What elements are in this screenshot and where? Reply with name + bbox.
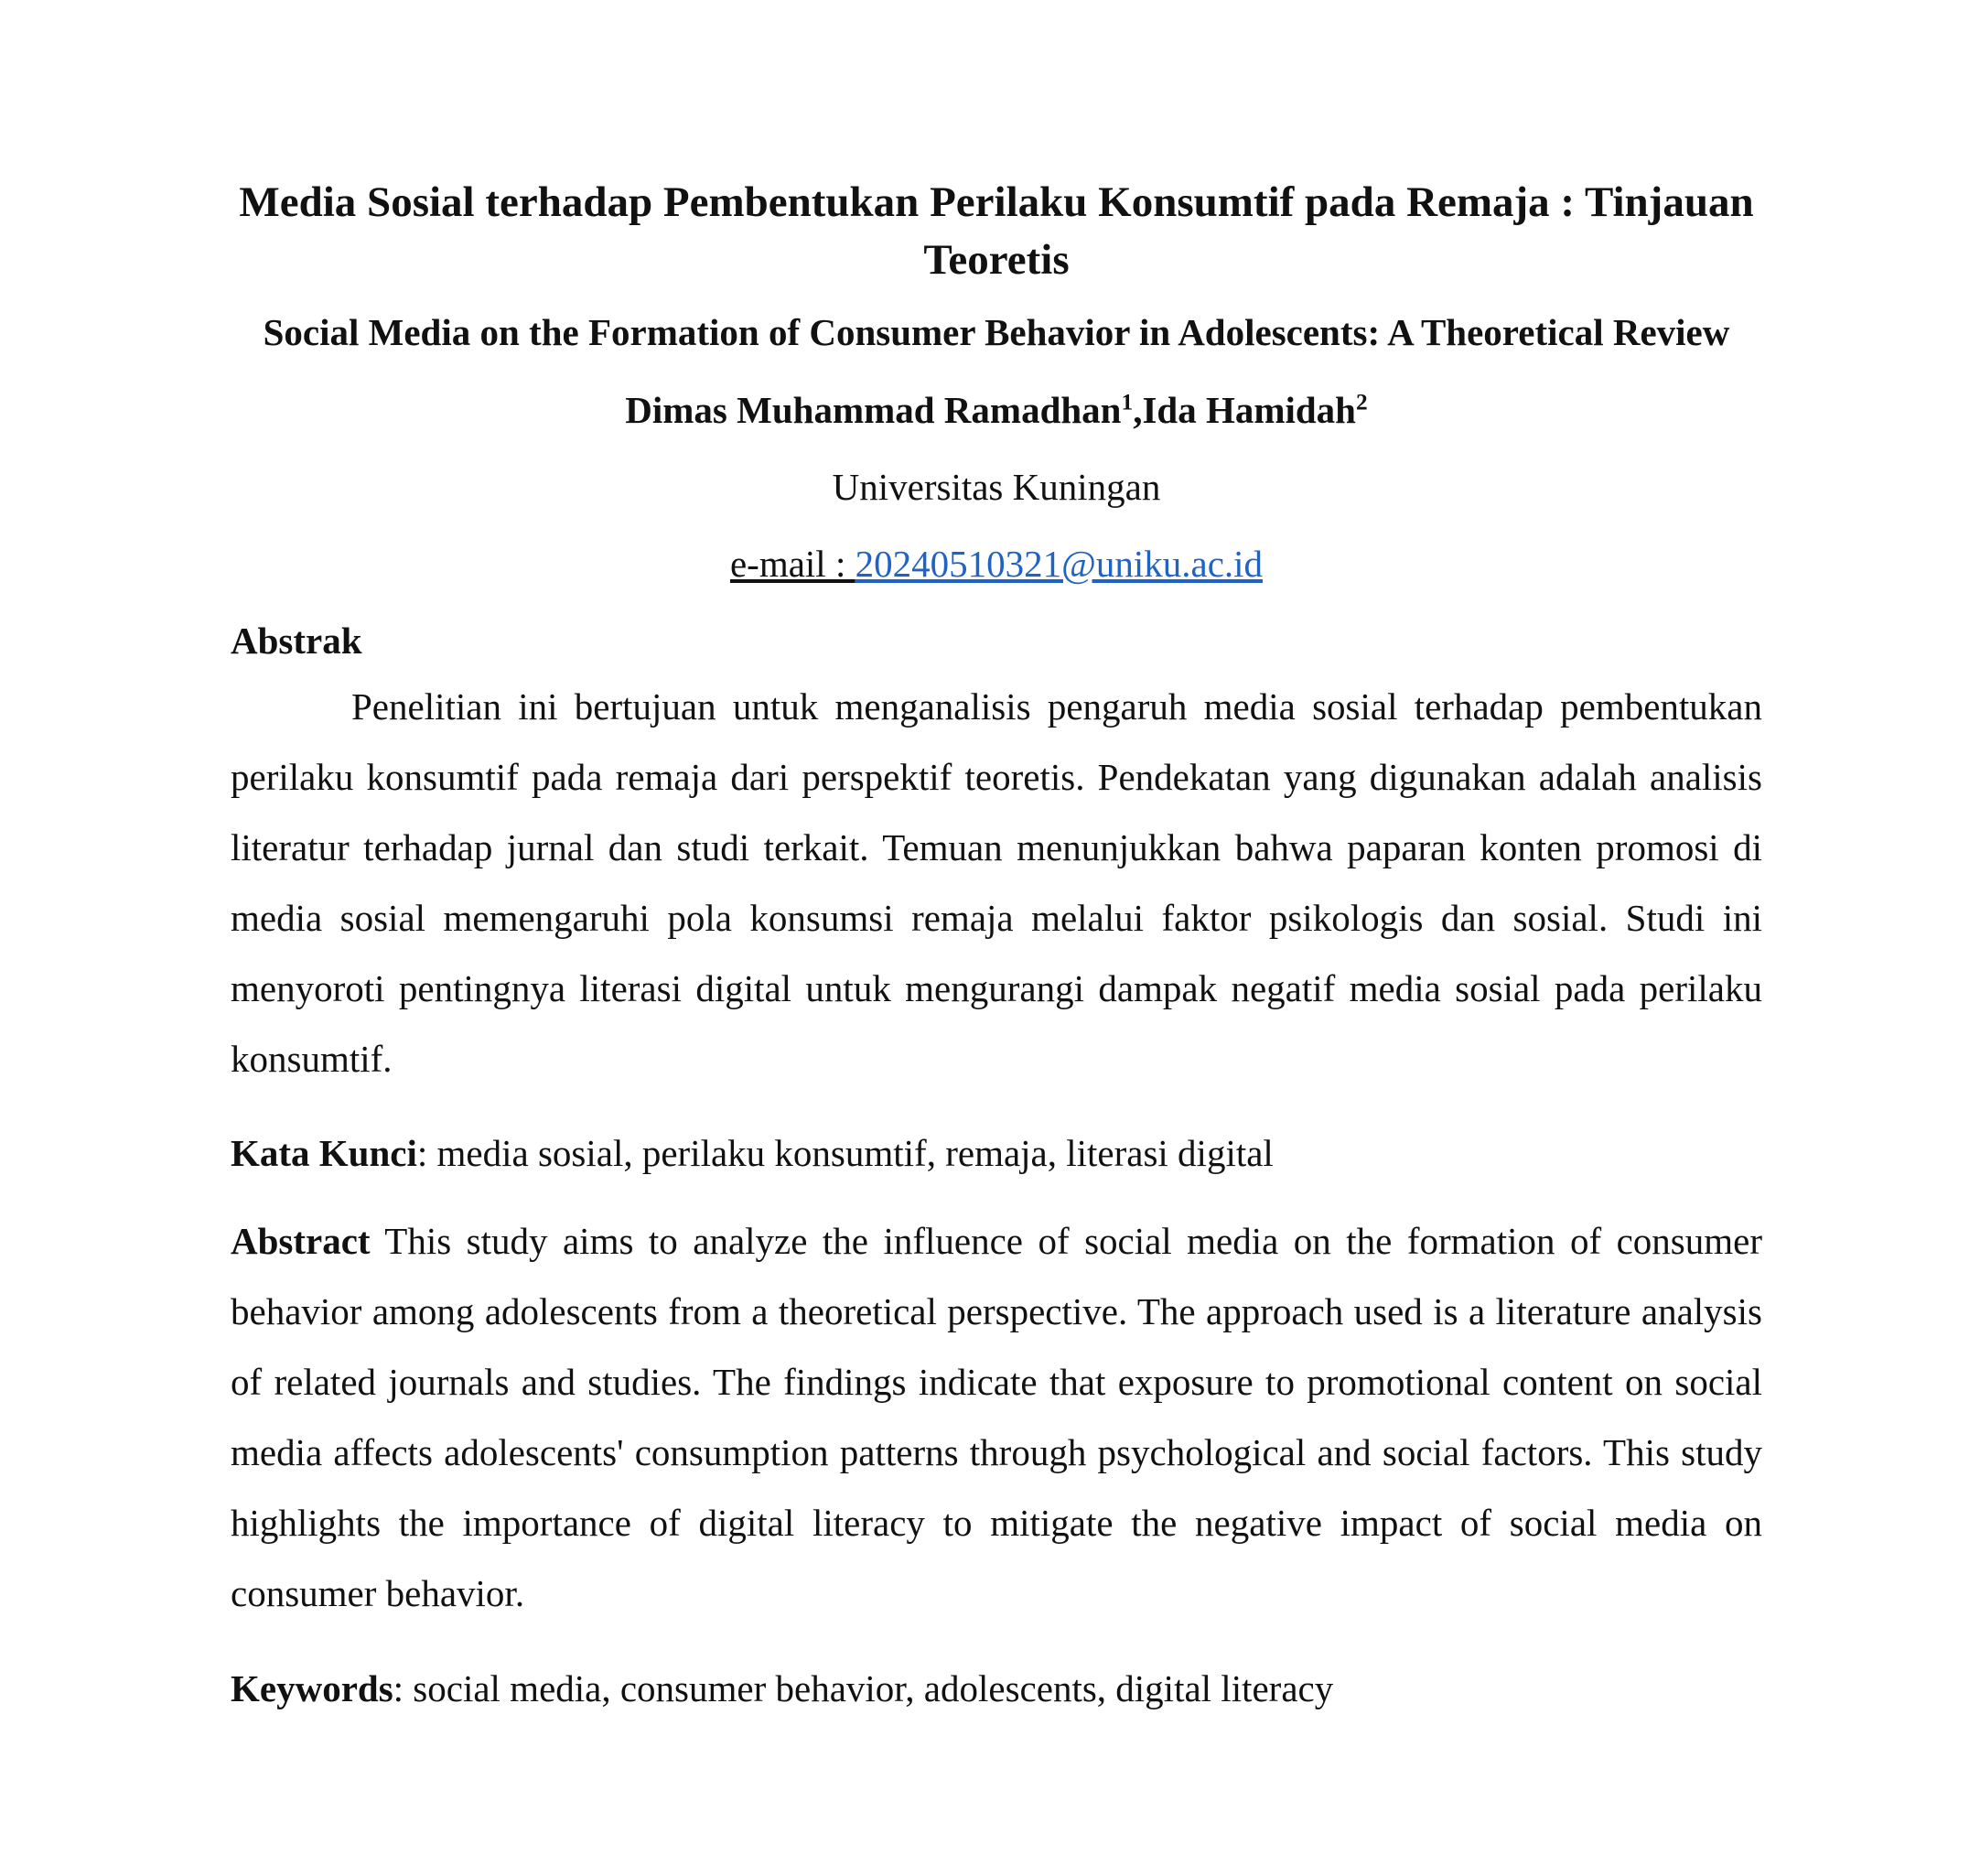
author-separator: ,: [1133, 389, 1143, 431]
author-line: Dimas Muhammad Ramadhan1,Ida Hamidah2: [231, 385, 1762, 436]
abstract-paragraph: Abstract This study aims to analyze the …: [231, 1206, 1762, 1629]
author-1-mark: 1: [1121, 389, 1134, 415]
author-1: Dimas Muhammad Ramadhan: [625, 389, 1122, 431]
email-link[interactable]: 20240510321@uniku.ac.id: [855, 543, 1263, 585]
document-page: Media Sosial terhadap Pembentukan Perila…: [231, 174, 1762, 1714]
affiliation: Universitas Kuningan: [832, 466, 1161, 508]
author-2: Ida Hamidah: [1142, 389, 1356, 431]
abstrak-body: Penelitian ini bertujuan untuk menganali…: [231, 685, 1762, 1080]
keywords-line: Keywords: social media, consumer behavio…: [231, 1664, 1762, 1714]
keywords-value: : social media, consumer behavior, adole…: [393, 1667, 1334, 1709]
kata-kunci-value: : media sosial, perilaku konsumtif, rema…: [416, 1132, 1274, 1174]
email-line: e-mail : 20240510321@uniku.ac.id: [231, 539, 1762, 589]
email-label: e-mail :: [729, 543, 855, 585]
paper-subtitle: Social Media on the Formation of Consume…: [263, 311, 1730, 353]
keywords-label: Keywords: [231, 1667, 393, 1709]
kata-kunci-line: Kata Kunci: media sosial, perilaku konsu…: [231, 1128, 1762, 1179]
abstract-heading: Abstract: [231, 1220, 371, 1262]
abstrak-heading: Abstrak: [231, 620, 362, 662]
kata-kunci-label: Kata Kunci: [231, 1132, 417, 1174]
paper-title: Media Sosial terhadap Pembentukan Perila…: [239, 178, 1754, 284]
abstract-body: This study aims to analyze the influence…: [231, 1220, 1762, 1614]
author-2-mark: 2: [1356, 389, 1368, 415]
